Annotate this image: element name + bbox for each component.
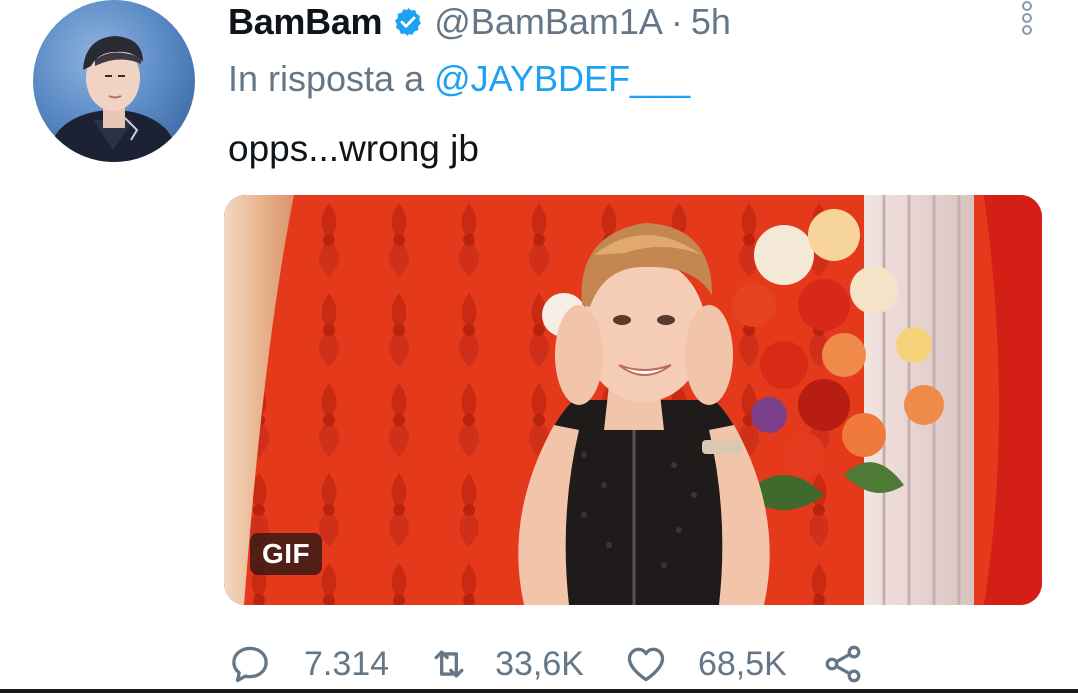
reply-prefix: In risposta a <box>228 58 425 99</box>
display-name[interactable]: BamBam <box>228 1 383 43</box>
like-count: 68,5K <box>697 644 787 683</box>
action-bar: 7.314 33,6K 68,5K <box>228 640 865 688</box>
tweet-text: opps...wrong jb <box>228 128 479 169</box>
avatar[interactable] <box>33 0 195 162</box>
reply-context: In risposta a @JAYBDEF___ <box>228 58 690 100</box>
retweet-icon <box>434 650 464 678</box>
verified-badge-icon <box>395 8 422 36</box>
reply-to-handle[interactable]: @JAYBDEF___ <box>434 58 690 99</box>
bottom-divider <box>0 689 1078 693</box>
share-icon <box>825 645 861 683</box>
tweet-header: BamBam @BamBam1A · 5h <box>228 0 731 44</box>
tweet-media-gif[interactable]: GIF <box>224 195 1042 605</box>
gif-badge: GIF <box>250 533 323 575</box>
reply-bubble-icon <box>232 646 268 683</box>
retweet-count: 33,6K <box>495 644 584 683</box>
timestamp[interactable]: 5h <box>691 1 731 43</box>
reply-count: 7.314 <box>304 644 390 683</box>
heart-icon <box>627 647 665 682</box>
user-handle[interactable]: @BamBam1A <box>434 1 663 43</box>
separator-dot: · <box>670 1 683 42</box>
retweet-button[interactable]: 33,6K <box>427 642 584 686</box>
reply-button[interactable]: 7.314 <box>228 642 389 686</box>
like-button[interactable]: 68,5K <box>624 642 787 686</box>
more-vertical-icon[interactable] <box>1014 0 1040 36</box>
share-button[interactable] <box>821 642 865 686</box>
